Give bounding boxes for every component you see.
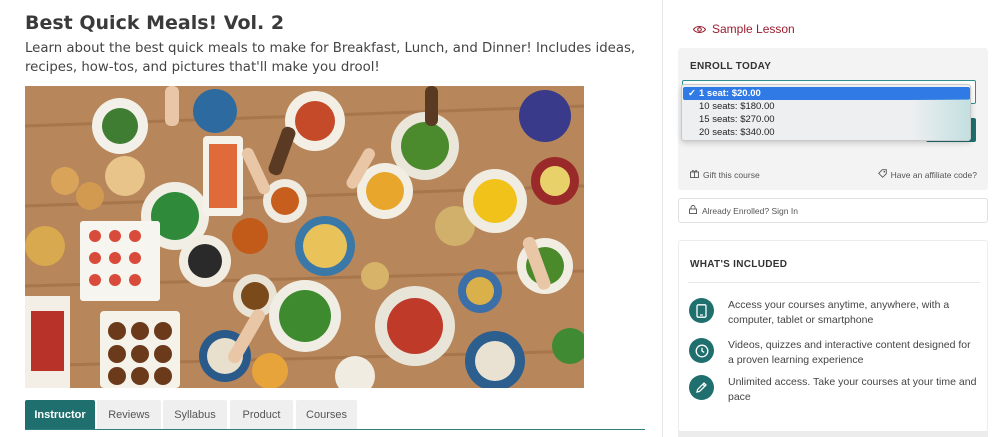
tag-icon	[877, 169, 887, 180]
feature-text: Access your courses anytime, anywhere, w…	[728, 299, 950, 326]
seat-option[interactable]: 10 seats: $180.00	[683, 100, 970, 113]
section-divider	[688, 282, 980, 283]
course-page: Best Quick Meals! Vol. 2 Learn about the…	[0, 0, 1000, 437]
tab-product[interactable]: Product	[230, 400, 293, 429]
clock-icon	[689, 338, 714, 363]
seat-dropdown-menu: ✓ 1 seat: $20.00 10 seats: $180.00 15 se…	[681, 84, 971, 141]
checkmark-icon: ✓	[688, 88, 696, 99]
pencil-icon	[689, 375, 714, 400]
column-divider	[662, 0, 663, 437]
eye-icon	[693, 25, 706, 34]
enroll-heading: ENROLL TODAY	[690, 61, 772, 72]
signin-label: Already Enrolled? Sign In	[702, 205, 798, 216]
tab-courses[interactable]: Courses	[296, 400, 357, 429]
tab-reviews[interactable]: Reviews	[97, 400, 161, 429]
course-description: Learn about the best quick meals to make…	[25, 41, 636, 75]
gift-icon	[690, 169, 699, 180]
affiliate-code-link[interactable]: Have an affiliate code?	[877, 169, 977, 180]
course-tabs: Instructor Reviews Syllabus Product Cour…	[25, 400, 645, 430]
whats-included-heading: WHAT'S INCLUDED	[690, 259, 788, 270]
lock-icon	[689, 205, 697, 216]
signin-link[interactable]: Already Enrolled? Sign In	[678, 198, 988, 223]
affiliate-code-label: Have an affiliate code?	[890, 169, 977, 180]
tab-syllabus[interactable]: Syllabus	[163, 400, 227, 429]
seat-option[interactable]: 20 seats: $340.00	[683, 126, 970, 139]
next-section-edge	[678, 431, 988, 437]
feature-text: Unlimited access. Take your courses at y…	[728, 376, 977, 403]
seat-option[interactable]: ✓ 1 seat: $20.00	[683, 87, 970, 100]
sample-lesson-label: Sample Lesson	[712, 22, 795, 36]
course-title: Best Quick Meals! Vol. 2	[25, 12, 285, 34]
tab-instructor[interactable]: Instructor	[25, 400, 95, 429]
seat-option-label: 1 seat: $20.00	[699, 88, 761, 99]
smartphone-icon	[689, 298, 714, 323]
seat-option[interactable]: 15 seats: $270.00	[683, 113, 970, 126]
course-hero-image	[25, 86, 584, 388]
gift-course-label: Gift this course	[703, 169, 760, 180]
gift-course-link[interactable]: Gift this course	[690, 169, 760, 180]
sample-lesson-link[interactable]: Sample Lesson	[693, 22, 795, 36]
feature-text: Videos, quizzes and interactive content …	[728, 339, 971, 366]
